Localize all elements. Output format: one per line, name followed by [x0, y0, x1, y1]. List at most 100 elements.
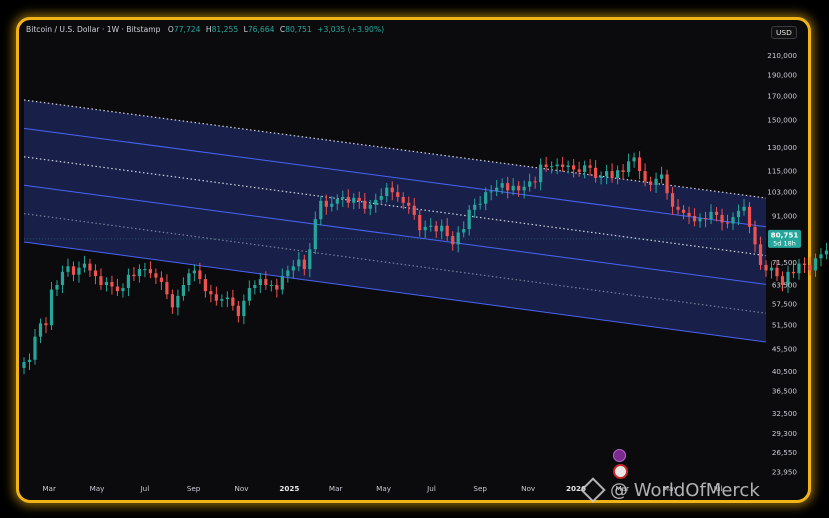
candle-body: [385, 187, 389, 197]
currency-selector[interactable]: USD: [771, 26, 797, 39]
candle-body: [665, 174, 669, 194]
candle-body: [110, 282, 114, 287]
candle-body: [220, 299, 224, 301]
y-tick-label: 51,500: [772, 321, 798, 330]
candle-body: [170, 294, 174, 308]
candle-body: [44, 323, 48, 326]
candle-body: [203, 279, 207, 292]
candle-body: [769, 267, 774, 271]
candle-body: [478, 203, 482, 205]
candle-body: [517, 185, 521, 191]
candle-body: [703, 218, 708, 220]
candle-body: [473, 204, 477, 210]
candle-body: [670, 193, 675, 207]
candle-body: [500, 183, 504, 188]
y-tick-label: 91,000: [772, 211, 798, 220]
candle-body: [566, 165, 570, 167]
candle-body: [725, 222, 730, 224]
open-label: O: [167, 25, 174, 34]
candle-body: [71, 266, 76, 275]
candle-body: [802, 263, 807, 265]
candle-body: [440, 225, 444, 232]
candle-body: [753, 226, 757, 245]
candle-body: [38, 323, 43, 337]
candle-body: [335, 198, 339, 204]
symbol-label: Bitcoin / U.S. Dollar · 1W · Bitstamp: [26, 25, 161, 34]
candle-body: [742, 206, 746, 211]
candle-body: [418, 214, 422, 231]
candle-body: [720, 214, 724, 223]
candle-body: [308, 249, 312, 270]
candle-body: [137, 269, 142, 277]
candle-body: [99, 276, 103, 286]
y-tick-label: 23,950: [772, 468, 798, 477]
candle-body: [659, 174, 664, 179]
candle-body: [286, 270, 290, 277]
x-tick-label: May: [90, 484, 106, 493]
candle-body: [621, 170, 625, 172]
y-tick-label: 130,000: [767, 143, 797, 152]
candle-body: [643, 171, 647, 182]
candle-body: [319, 200, 323, 220]
candle-body: [379, 196, 383, 200]
candle-body: [616, 170, 620, 178]
x-tick-label: Jul: [140, 484, 150, 493]
candle-body: [637, 157, 642, 172]
candle-body: [610, 171, 614, 178]
low-value: 76,664: [247, 25, 275, 34]
y-tick-label: 29,300: [772, 429, 798, 438]
candle-body: [258, 279, 262, 286]
candle-body: [192, 270, 196, 274]
candle-body: [451, 235, 455, 245]
chart-legend-header: Bitcoin / U.S. Dollar · 1W · Bitstamp O 7…: [26, 25, 387, 34]
candle-body: [544, 164, 548, 167]
x-tick-label: Sep: [473, 484, 487, 493]
candle-body: [390, 187, 394, 193]
x-tick-label: Nov: [521, 484, 536, 493]
candle-body: [33, 336, 37, 360]
candle-body: [236, 305, 240, 317]
candle-body: [456, 232, 460, 245]
candle-body: [264, 279, 268, 286]
candle-body: [121, 288, 125, 292]
candle-body: [253, 285, 257, 289]
candle-body: [181, 285, 185, 296]
candle-body: [407, 202, 411, 206]
candle-body: [434, 225, 438, 232]
candle-body: [423, 226, 427, 231]
candle-body: [533, 181, 537, 183]
candle-body: [363, 200, 367, 209]
event-badge-icon[interactable]: [613, 449, 626, 462]
flag-badge-icon[interactable]: [613, 464, 628, 479]
candle-body: [209, 291, 213, 295]
candle-body: [302, 259, 306, 270]
candle-body: [506, 183, 510, 191]
candle-body: [88, 263, 92, 271]
candle-body: [143, 269, 147, 271]
candle-body: [736, 210, 741, 218]
x-tick-label: 2025: [279, 484, 299, 493]
candle-body: [132, 274, 136, 277]
close-value: 80,751: [285, 25, 312, 34]
channel-fill: [24, 100, 766, 342]
y-tick-label: 103,000: [767, 188, 797, 197]
candle-body: [159, 277, 164, 283]
candle-body: [698, 218, 702, 222]
candle-body: [280, 276, 284, 290]
price-chart[interactable]: 210,000 190,000 170,000 150,000 130,000 115,0…: [0, 0, 829, 518]
candle-body: [154, 273, 158, 278]
candle-body: [214, 294, 218, 301]
y-tick-label: 45,500: [772, 344, 798, 353]
candle-body: [341, 196, 345, 199]
candle-body: [648, 181, 653, 185]
candle-body: [775, 267, 779, 277]
candle-body: [27, 359, 32, 363]
candle-body: [66, 266, 70, 272]
candle-body: [187, 273, 191, 286]
y-tick-label: 26,550: [772, 448, 798, 457]
candle-body: [709, 211, 713, 220]
candle-body: [687, 212, 691, 216]
candle-body: [324, 200, 328, 207]
high-value: 81,255: [211, 25, 239, 34]
candle-body: [550, 166, 554, 168]
